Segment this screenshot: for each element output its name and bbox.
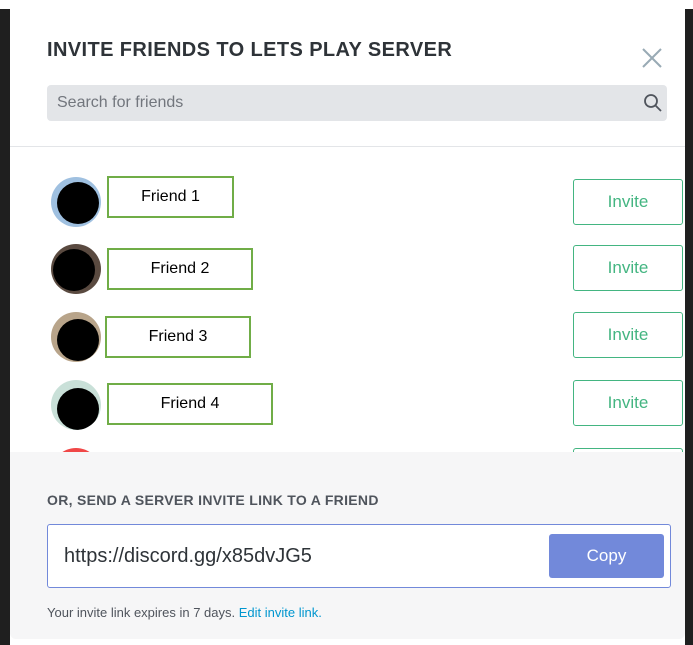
friend-row: Friend 2 Invite [10, 239, 685, 299]
copy-button[interactable]: Copy [549, 534, 664, 578]
invite-link-heading: OR, SEND A SERVER INVITE LINK TO A FRIEN… [47, 492, 379, 508]
friend-name: Friend 4 [107, 383, 273, 425]
close-icon [642, 48, 662, 68]
friend-row: Friend 1 Invite [10, 172, 685, 232]
friend-name: Friend 2 [107, 248, 253, 290]
avatar [51, 177, 101, 227]
invite-button[interactable]: Invite [573, 312, 683, 358]
background-edge-right [685, 0, 693, 645]
invite-link-input[interactable] [48, 525, 528, 587]
invite-modal: INVITE FRIENDS TO LETS PLAY SERVER Frien… [10, 9, 685, 639]
friend-row: Friend 3 Invite [10, 307, 685, 367]
top-clipped-strip [0, 0, 693, 9]
expire-text: Your invite link expires in 7 days. [47, 605, 236, 620]
search-icon[interactable] [643, 93, 663, 113]
avatar [51, 244, 101, 294]
edit-invite-link[interactable]: Edit invite link. [239, 605, 322, 620]
invite-button[interactable]: Invite [573, 179, 683, 225]
friend-name: Friend 1 [107, 176, 234, 218]
modal-title: INVITE FRIENDS TO LETS PLAY SERVER [47, 39, 453, 61]
friend-name: Friend 3 [105, 316, 251, 358]
background-edge-left [0, 0, 10, 645]
invite-button[interactable]: Invite [573, 245, 683, 291]
invite-expire-note: Your invite link expires in 7 days. Edit… [47, 605, 322, 620]
invite-link-section: OR, SEND A SERVER INVITE LINK TO A FRIEN… [10, 452, 685, 639]
friend-list: Friend 1 Invite Friend 2 Invite Friend 3… [10, 147, 685, 452]
invite-link-box: Copy [47, 524, 671, 588]
invite-button[interactable]: Invite [573, 380, 683, 426]
avatar [51, 312, 101, 362]
search-bar [47, 85, 667, 121]
friend-row [10, 443, 685, 452]
friend-row: Friend 4 Invite [10, 375, 685, 435]
search-input[interactable] [47, 85, 627, 121]
avatar [51, 380, 101, 430]
close-button[interactable] [638, 44, 666, 72]
